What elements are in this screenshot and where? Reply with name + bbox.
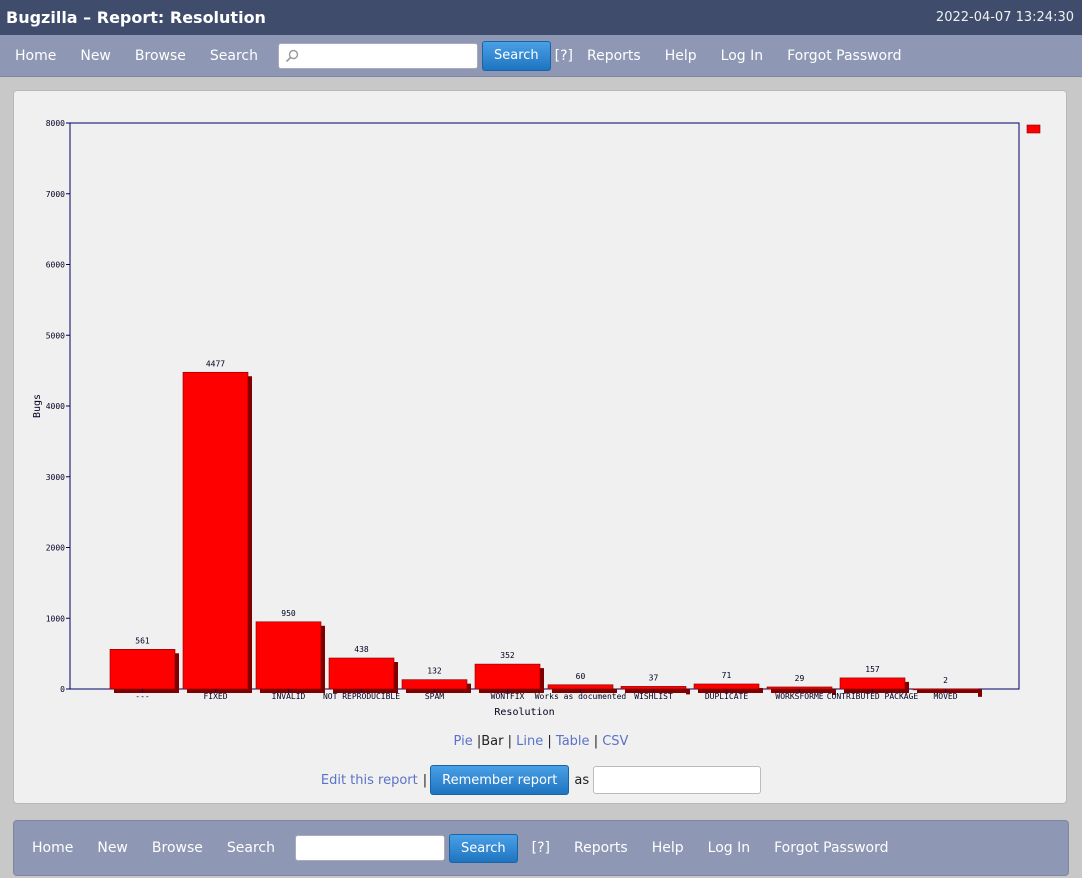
bar-wishlist: [620, 686, 687, 690]
data-label: 37: [649, 673, 659, 682]
nav-search-link[interactable]: Search: [227, 840, 275, 856]
nav-browse-link[interactable]: Browse: [152, 840, 203, 856]
format-switcher: Pie |Bar | Line | Table | CSV: [14, 734, 1068, 749]
nav-home-link[interactable]: Home: [15, 48, 56, 64]
data-label: 157: [865, 665, 880, 674]
page-title: Bugzilla – Report: Resolution: [6, 8, 266, 27]
bar-invalid: [255, 621, 322, 690]
nav-help-link[interactable]: Help: [665, 48, 697, 64]
format-separator: |: [593, 734, 599, 749]
data-label: 71: [722, 671, 732, 680]
quicksearch-button[interactable]: Search: [448, 833, 518, 863]
remember-report-row: Edit this report | Remember report as: [14, 765, 1068, 795]
data-label: 2: [943, 676, 948, 685]
quicksearch-button[interactable]: Search: [481, 40, 551, 71]
data-label: 561: [135, 636, 150, 645]
report-name-input[interactable]: [593, 766, 762, 794]
title-bar: Bugzilla – Report: Resolution 2022-04-07…: [0, 0, 1082, 35]
bar-shadow: [321, 625, 325, 693]
y-axis-title: Bugs: [32, 394, 43, 418]
x-tick-label: DUPLICATE: [705, 692, 749, 701]
x-tick-label: ---: [135, 692, 149, 701]
nav-home-link[interactable]: Home: [32, 840, 73, 856]
bar-shadow: [394, 662, 398, 693]
y-tick-label: 4000: [46, 402, 65, 411]
x-tick-label: FIXED: [203, 692, 227, 701]
bar-worksforme: [766, 686, 833, 690]
y-tick-label: 8000: [46, 119, 65, 128]
remember-report-button[interactable]: Remember report: [430, 765, 570, 795]
nav-login-link[interactable]: Log In: [708, 840, 750, 856]
quicksearch-box: [294, 835, 445, 861]
bar-not-reproducible: [328, 657, 395, 690]
y-tick-label: 1000: [46, 614, 65, 623]
x-tick-label: MOVED: [933, 692, 957, 701]
search-icon: [285, 49, 299, 62]
format-separator: |: [547, 734, 552, 749]
data-label: 4477: [206, 359, 225, 368]
nav-help-link[interactable]: Help: [652, 840, 684, 856]
nav-search-link[interactable]: Search: [210, 48, 258, 64]
x-tick-label: Works as documented: [535, 692, 627, 701]
quicksearch-help-link[interactable]: [?]: [555, 48, 573, 64]
y-tick-label: 5000: [46, 331, 65, 340]
data-label: 438: [354, 645, 369, 654]
bar-shadow: [175, 653, 179, 693]
format-csv-link[interactable]: CSV: [602, 734, 628, 749]
y-tick-label: 6000: [46, 261, 65, 270]
bottom-navbar: Home New Browse Search Search [?] Report…: [13, 820, 1069, 876]
format-separator: |: [507, 734, 513, 749]
nav-reports-link[interactable]: Reports: [587, 48, 641, 64]
bar-duplicate: [693, 683, 760, 690]
remember-as-label: as: [574, 772, 590, 788]
nav-browse-link[interactable]: Browse: [135, 48, 186, 64]
bar-works-as-documented: [547, 684, 614, 690]
report-panel: 0 1000 2000 3000 4000 5000 6000 7000 8000 561 --- 4…: [13, 90, 1067, 804]
bar-shadow: [248, 376, 252, 693]
format-bar-current: Bar: [481, 734, 504, 749]
format-table-link[interactable]: Table: [556, 734, 590, 749]
nav-login-link[interactable]: Log In: [721, 48, 763, 64]
quicksearch-box: [277, 42, 478, 69]
top-navbar: Home New Browse Search Search [?] Report…: [0, 35, 1082, 77]
data-label: 60: [576, 672, 586, 681]
x-tick-label: CONTRIBUTED PACKAGE: [827, 692, 919, 701]
quicksearch-input[interactable]: [302, 44, 477, 67]
x-tick-label: WISHLIST: [634, 692, 673, 701]
nav-new-link[interactable]: New: [80, 48, 111, 64]
nav-reports-link[interactable]: Reports: [574, 840, 628, 856]
edit-report-link[interactable]: Edit this report: [321, 773, 418, 788]
quicksearch-input[interactable]: [301, 837, 444, 859]
data-label: 352: [500, 651, 515, 660]
bar-fixed: [182, 371, 249, 690]
bar-contributed-package: [839, 677, 906, 690]
nav-forgot-password-link[interactable]: Forgot Password: [787, 48, 901, 64]
x-tick-label: NOT REPRODUCIBLE: [323, 692, 400, 701]
y-tick-label: 2000: [46, 544, 65, 553]
x-tick-label: WORKSFORME: [775, 692, 823, 701]
bar-: [109, 649, 176, 690]
data-label: 132: [427, 667, 442, 676]
data-label: 950: [281, 609, 296, 618]
data-label: 29: [795, 674, 805, 683]
quicksearch-help-link[interactable]: [?]: [532, 840, 550, 856]
remember-separator: |: [422, 772, 428, 788]
legend-swatch: [1026, 124, 1041, 134]
timestamp: 2022-04-07 13:24:30: [935, 10, 1074, 25]
x-tick-label: WONTFIX: [491, 692, 525, 701]
bar-shadow: [978, 692, 982, 697]
y-tick-label: 3000: [46, 473, 65, 482]
nav-forgot-password-link[interactable]: Forgot Password: [774, 840, 888, 856]
x-tick-label: INVALID: [272, 692, 306, 701]
format-line-link[interactable]: Line: [516, 734, 543, 749]
resolution-bar-chart: 0 1000 2000 3000 4000 5000 6000 7000 8000 561 --- 4…: [32, 119, 1041, 718]
bar-wontfix: [474, 663, 541, 690]
format-pie-link[interactable]: Pie: [454, 734, 473, 749]
x-tick-label: SPAM: [425, 692, 444, 701]
bar-spam: [401, 679, 468, 690]
y-tick-label: 7000: [46, 190, 65, 199]
y-tick-label: 0: [60, 685, 65, 694]
x-axis-title: Resolution: [494, 707, 554, 718]
nav-new-link[interactable]: New: [97, 840, 128, 856]
